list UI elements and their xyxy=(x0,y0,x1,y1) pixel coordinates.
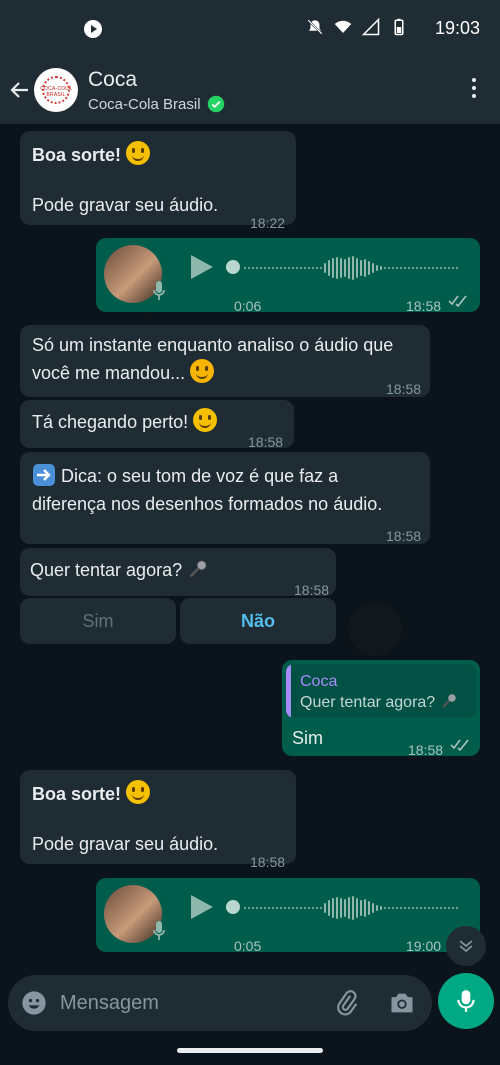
chat-area[interactable]: Boa sorte! Pode gravar seu áudio. 18:22 … xyxy=(0,124,500,966)
message-composer xyxy=(8,975,432,1031)
coca-cola-logo: COCA-COLA BRASIL xyxy=(40,86,72,98)
audio-message[interactable]: 0:05 19:00 xyxy=(96,878,480,954)
message-text: Pode gravar seu áudio. xyxy=(32,834,219,854)
audio-duration: 0:06 xyxy=(234,298,262,314)
message-text: Sim xyxy=(292,728,323,748)
back-arrow-icon[interactable] xyxy=(8,78,32,102)
smiling-emoji-icon xyxy=(190,359,215,383)
microphone-icon xyxy=(153,281,165,300)
message-time: 18:58 xyxy=(406,298,442,314)
message-bubble[interactable]: Tá chegando perto! 18:58 xyxy=(20,400,294,450)
double-chevron-down-icon xyxy=(459,940,473,953)
play-icon[interactable] xyxy=(188,894,214,920)
message-text-line: você me mandou... xyxy=(32,359,215,387)
status-bar: 19:03 xyxy=(0,0,500,58)
clock: 19:03 xyxy=(434,18,480,38)
microphone-icon xyxy=(153,921,165,940)
message-text: Pode gravar seu áudio. xyxy=(32,195,219,215)
contact-avatar[interactable]: COCA-COLA BRASIL xyxy=(34,68,78,112)
quick-reply-sim-button[interactable]: Sim xyxy=(20,598,176,644)
quick-reply-nao-button[interactable]: Não xyxy=(180,598,336,644)
audio-waveform[interactable] xyxy=(244,894,464,922)
play-icon[interactable] xyxy=(188,254,214,280)
audio-waveform[interactable] xyxy=(244,254,464,282)
grinning-emoji-icon xyxy=(126,141,151,165)
message-text-line: Só um instante enquanto analiso o áudio … xyxy=(32,335,394,355)
media-playing-icon xyxy=(84,20,102,38)
voice-record-button[interactable] xyxy=(438,973,494,1029)
message-bubble[interactable]: Só um instante enquanto analiso o áudio … xyxy=(20,325,430,397)
camera-icon[interactable] xyxy=(388,989,416,1017)
audio-progress-handle[interactable] xyxy=(226,900,240,914)
message-bubble[interactable]: Boa sorte! Pode gravar seu áudio. 18:58 xyxy=(20,770,296,870)
message-bubble[interactable]: Dica: o seu tom de voz é que faz a difer… xyxy=(20,452,430,544)
quote-text: Quer tentar agora? xyxy=(300,692,458,713)
contact-name[interactable]: Coca xyxy=(88,68,137,92)
audio-message[interactable]: 0:06 18:58 xyxy=(96,238,480,314)
grinning-emoji-icon xyxy=(193,408,218,432)
message-text: Tá chegando perto! xyxy=(32,408,218,436)
audio-progress-handle[interactable] xyxy=(226,260,240,274)
message-time: 18:22 xyxy=(250,215,286,231)
status-icons xyxy=(306,18,408,36)
grinning-emoji-icon xyxy=(126,780,151,804)
message-bubble[interactable]: Boa sorte! Pode gravar seu áudio. 18:22 xyxy=(20,131,296,231)
message-time: 18:58 xyxy=(386,381,422,397)
attach-paperclip-icon[interactable] xyxy=(334,989,360,1017)
right-arrow-emoji-icon xyxy=(33,464,55,486)
read-receipt-icon xyxy=(448,295,467,307)
dnd-bell-off-icon xyxy=(307,19,323,35)
scroll-to-bottom-button[interactable] xyxy=(446,926,486,966)
quote-accent-bar xyxy=(286,664,291,718)
battery-icon xyxy=(394,18,404,36)
wifi-icon xyxy=(334,20,352,33)
message-time: 18:58 xyxy=(250,854,286,870)
signal-icon xyxy=(362,18,380,36)
chat-header: COCA-COLA BRASIL Coca Coca-Cola Brasil xyxy=(0,58,500,124)
microphone-icon xyxy=(457,990,475,1012)
audio-duration: 0:05 xyxy=(234,938,262,954)
message-time: 18:58 xyxy=(408,742,444,758)
message-text-line: diferença nos desenhos formados no áudio… xyxy=(32,494,383,514)
reply-message[interactable]: Coca Quer tentar agora? Sim 18:58 xyxy=(282,660,480,758)
microphone-emoji-icon xyxy=(441,694,456,708)
message-title: Boa sorte! xyxy=(32,141,151,169)
message-time: 19:00 xyxy=(406,938,442,954)
message-text-line: Dica: o seu tom de voz é que faz a xyxy=(32,462,338,490)
home-indicator xyxy=(177,1048,323,1053)
more-options-icon[interactable] xyxy=(472,78,478,102)
read-receipt-icon xyxy=(450,739,469,751)
business-name-text: Coca-Cola Brasil xyxy=(88,95,201,113)
message-bubble[interactable]: Quer tentar agora? 18:58 xyxy=(20,548,336,598)
message-time: 18:58 xyxy=(386,528,422,544)
microphone-emoji-icon xyxy=(189,560,207,578)
contact-business-name[interactable]: Coca-Cola Brasil xyxy=(88,95,225,113)
emoji-icon[interactable] xyxy=(20,989,48,1017)
message-title: Boa sorte! xyxy=(32,780,151,808)
verified-badge-icon xyxy=(207,95,224,113)
message-input[interactable] xyxy=(60,989,320,1017)
message-text: Quer tentar agora? xyxy=(30,556,209,584)
quoted-message[interactable]: Coca Quer tentar agora? xyxy=(286,664,476,718)
